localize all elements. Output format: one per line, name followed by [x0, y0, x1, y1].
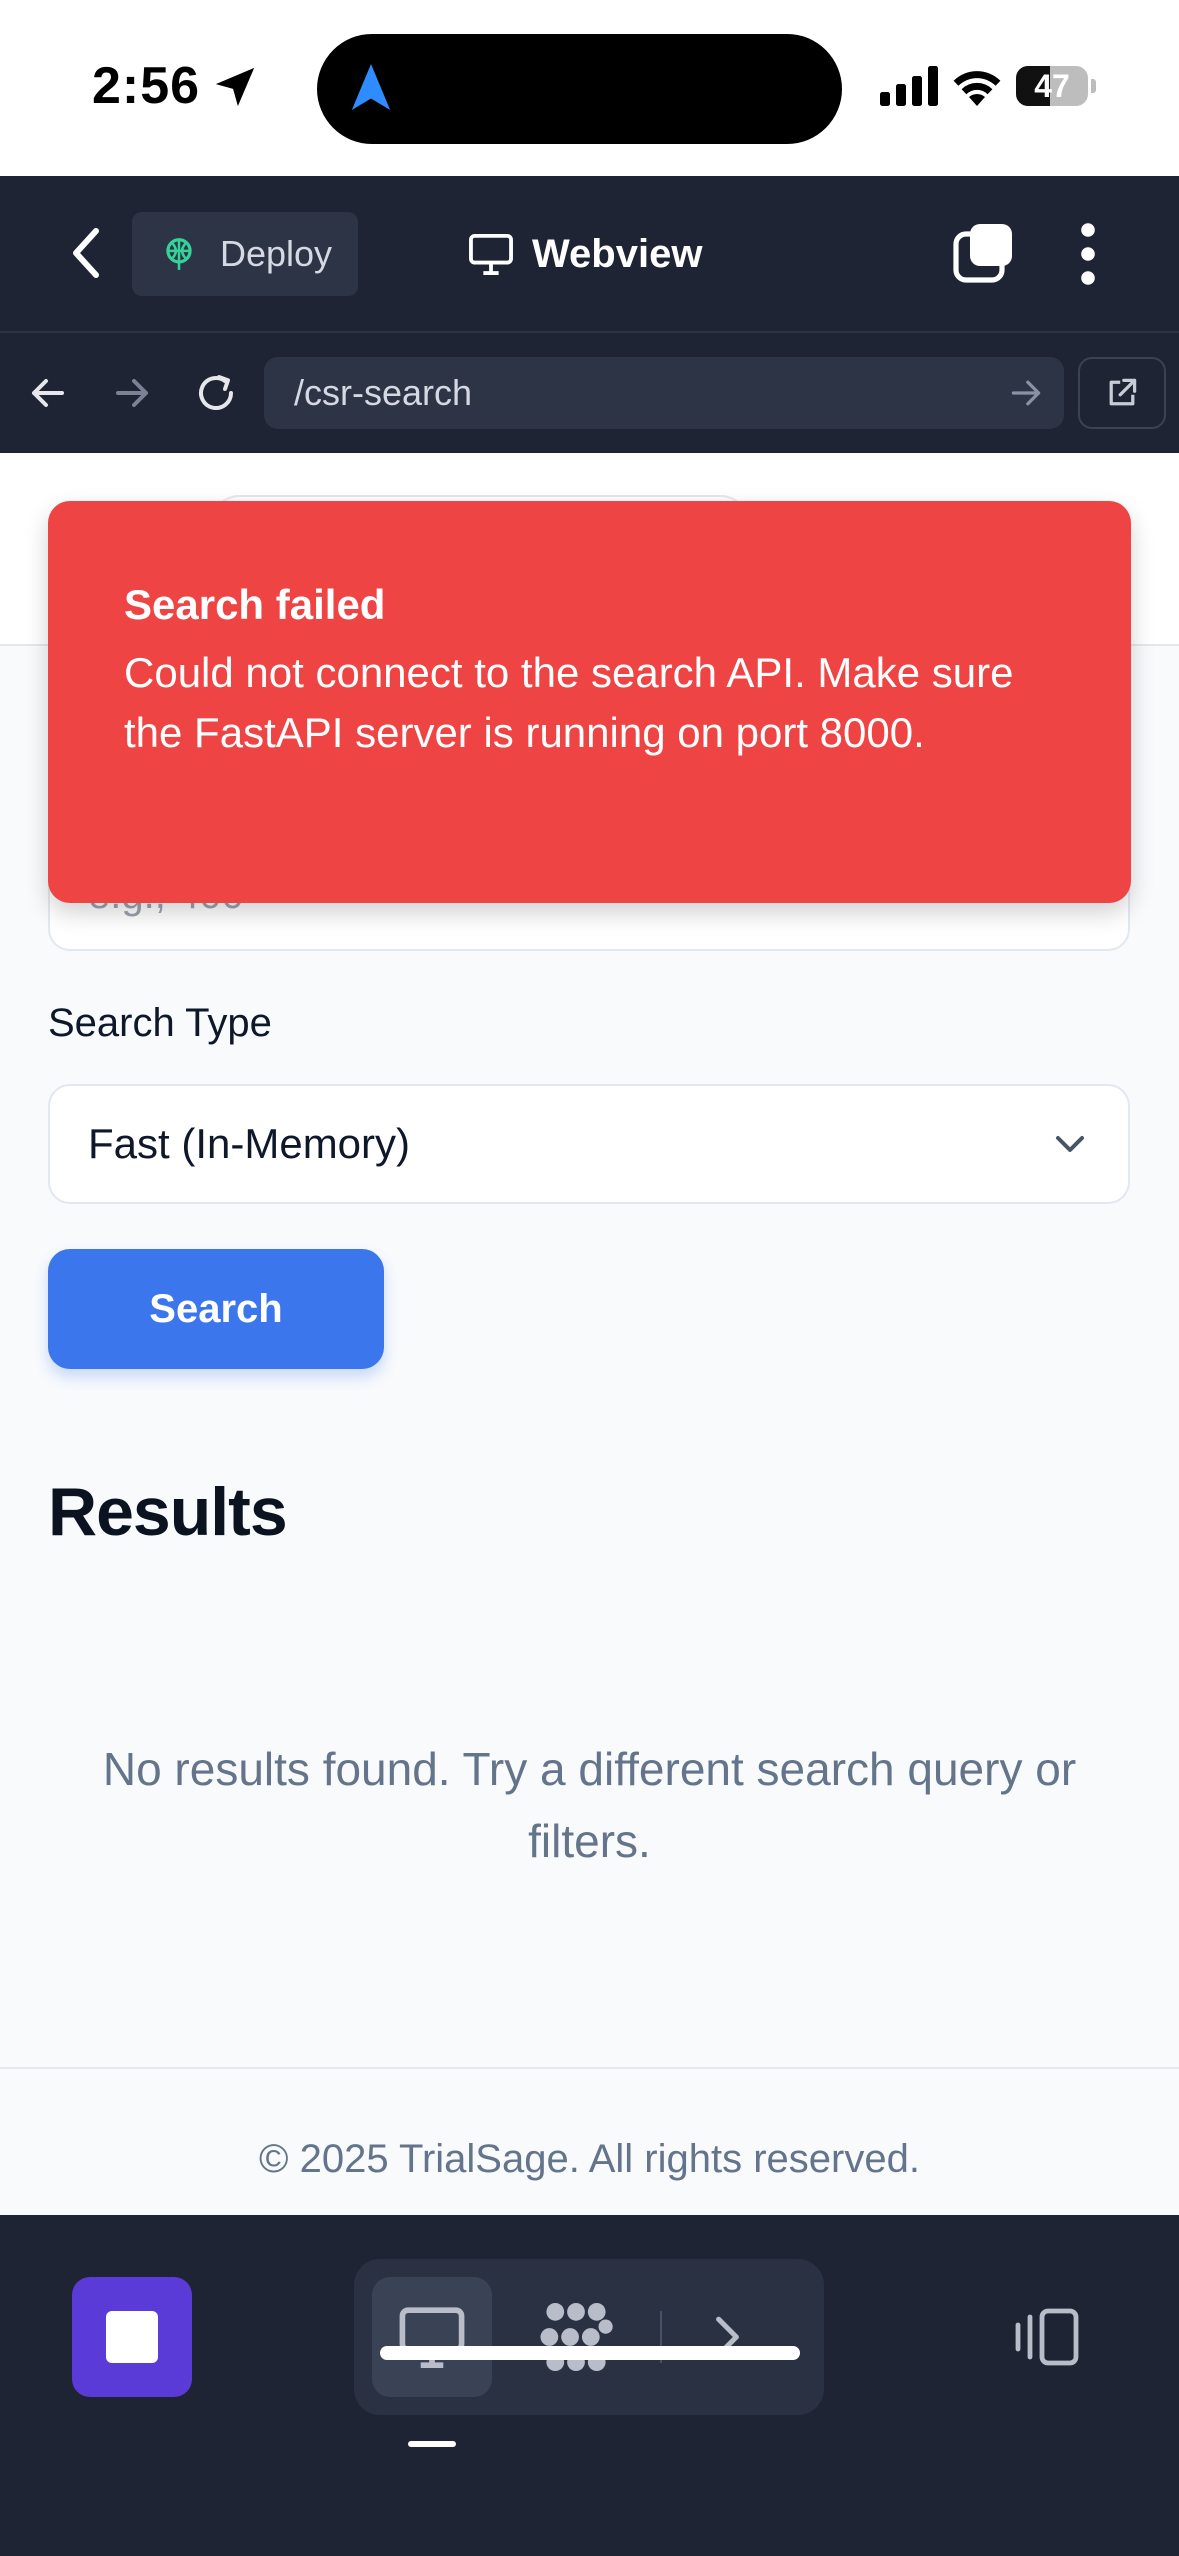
browser-forward-button[interactable]: [102, 363, 162, 423]
split-view-icon[interactable]: [1010, 2307, 1082, 2367]
url-field[interactable]: /csr-search: [264, 357, 1064, 429]
home-indicator[interactable]: [380, 2346, 800, 2360]
open-external-icon: [1109, 378, 1137, 406]
toast-message: Could not connect to the search API. Mak…: [124, 649, 1014, 756]
signal-icon: [880, 66, 938, 106]
view-switcher: [354, 2259, 824, 2415]
navigation-icon: [351, 64, 391, 110]
bottom-toolbar: [0, 2215, 1179, 2556]
toast-title: Search failed: [124, 581, 386, 628]
active-tab-indicator: [408, 2441, 456, 2447]
apps-tab[interactable]: [516, 2277, 636, 2397]
battery-icon: 47: [1016, 66, 1096, 106]
browser-bar: /csr-search: [0, 331, 1179, 453]
ios-status-bar: 2:56 47: [0, 0, 1179, 176]
stop-button[interactable]: [72, 2277, 192, 2397]
webview-label: Webview: [532, 231, 703, 276]
stop-icon: [106, 2311, 158, 2363]
search-button[interactable]: Search: [48, 1249, 384, 1369]
empty-results-message: No results found. Try a different search…: [102, 1743, 1077, 1867]
more-vertical-icon[interactable]: [1068, 220, 1108, 288]
go-arrow-icon[interactable]: [1008, 375, 1044, 411]
dynamic-island: [317, 34, 842, 144]
deploy-button[interactable]: Deploy: [132, 212, 358, 296]
app-header: Deploy Webview: [0, 176, 1179, 331]
results-heading: Results: [48, 1474, 288, 1550]
chevron-down-icon: [1056, 1136, 1084, 1152]
webview-tab[interactable]: [372, 2277, 492, 2397]
open-external-button[interactable]: [1078, 357, 1166, 429]
footer-copyright: © 2025 TrialSage. All rights reserved.: [259, 2137, 920, 2181]
battery-percent: 47: [1034, 68, 1070, 104]
status-time: 2:56: [92, 57, 201, 115]
terminal-tab[interactable]: [684, 2277, 804, 2397]
back-button[interactable]: [58, 220, 114, 286]
deploy-label: Deploy: [220, 233, 333, 274]
reload-button[interactable]: [186, 363, 246, 423]
back-arrow-icon: [32, 379, 64, 407]
search-type-label: Search Type: [48, 1001, 272, 1045]
wifi-icon: [953, 71, 1001, 106]
forward-arrow-icon: [116, 379, 148, 407]
back-chevron-icon: [73, 228, 99, 278]
search-type-value: Fast (In-Memory): [88, 1120, 411, 1167]
deploy-icon: [166, 238, 192, 270]
monitor-icon: [469, 233, 513, 275]
reload-icon: [199, 375, 233, 410]
tabs-icon[interactable]: [952, 222, 1014, 284]
location-arrow-icon: [215, 67, 255, 107]
search-type-select[interactable]: Fast (In-Memory): [48, 1084, 1130, 1204]
browser-back-button[interactable]: [18, 363, 78, 423]
url-text: /csr-search: [294, 372, 473, 413]
apps-icon: [540, 2302, 613, 2372]
webview-title: Webview: [468, 224, 702, 284]
error-toast[interactable]: Search failed Could not connect to the s…: [48, 501, 1131, 903]
